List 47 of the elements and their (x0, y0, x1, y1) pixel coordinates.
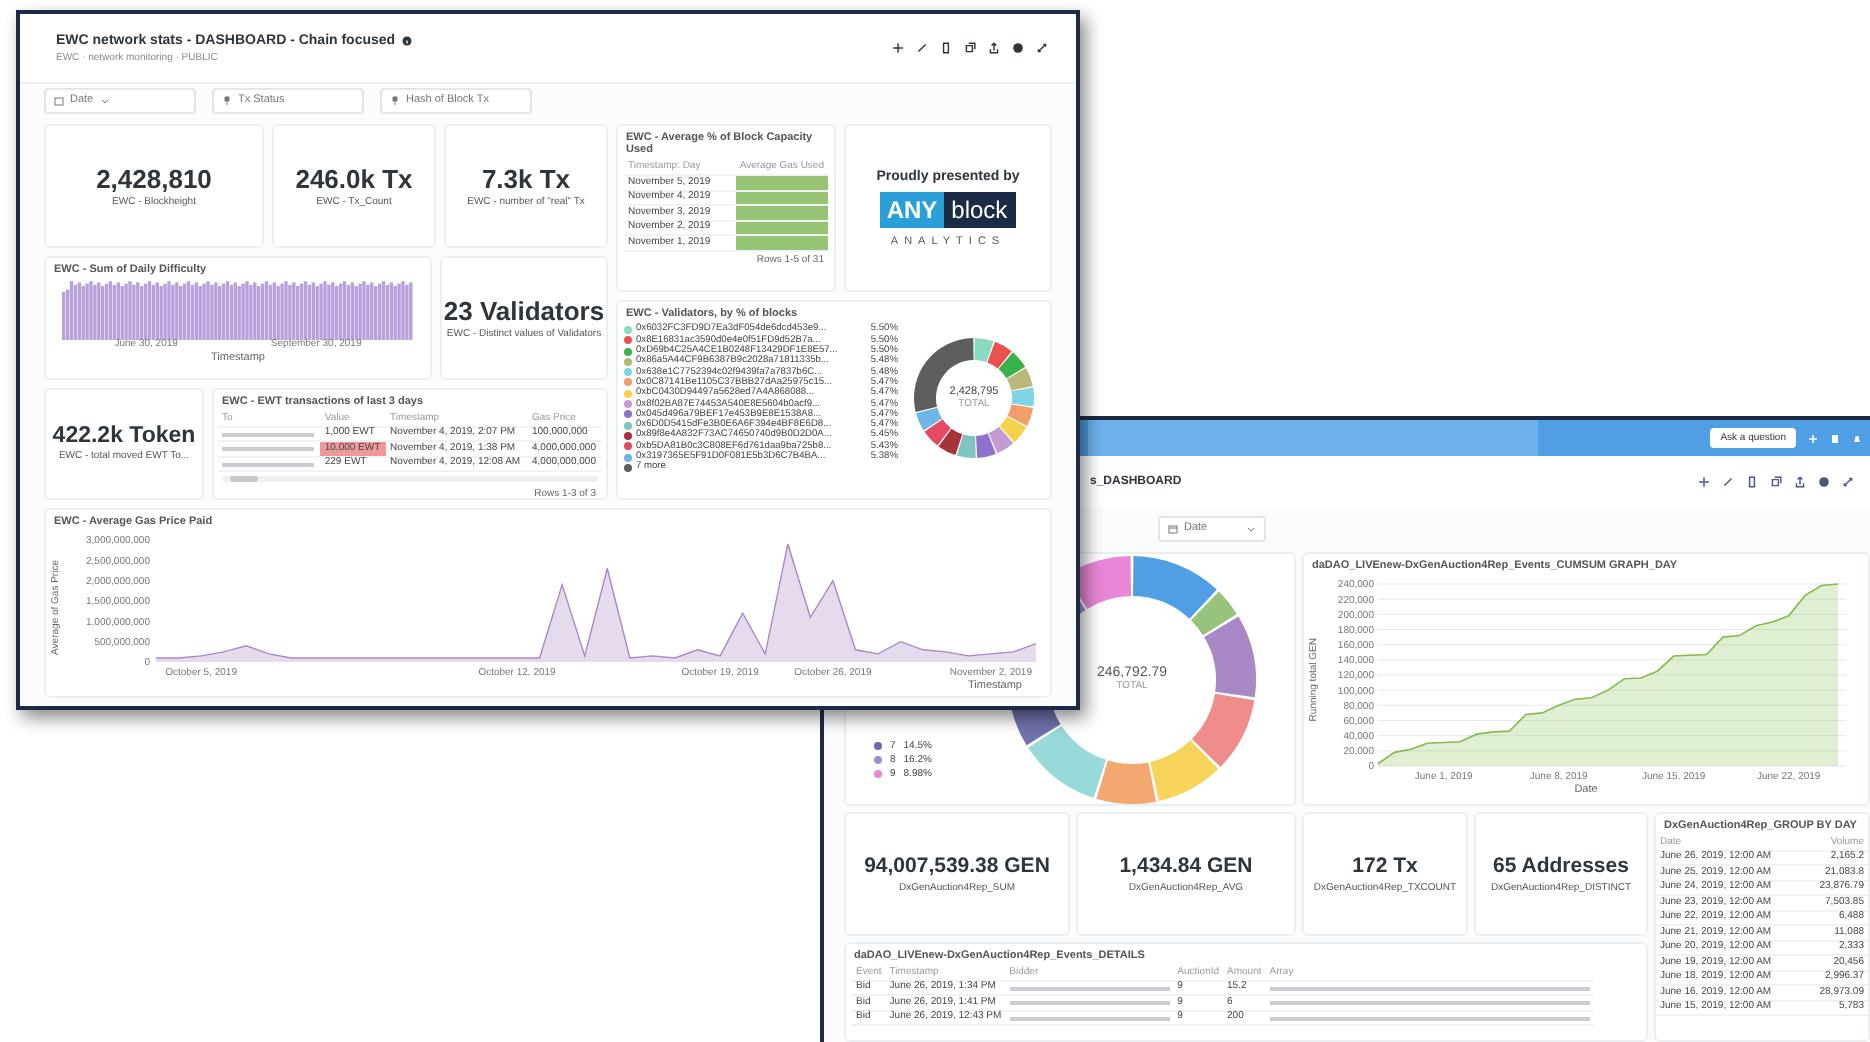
stat-value: 65 Addresses (1493, 854, 1629, 878)
pencil-icon[interactable] (1722, 476, 1734, 488)
pin-icon (390, 95, 400, 105)
info-icon[interactable] (1012, 42, 1024, 54)
plus-icon[interactable] (1698, 476, 1710, 488)
document-icon[interactable] (940, 42, 952, 54)
hidden-text-bar (222, 446, 314, 453)
stat-value: 172 Tx (1352, 854, 1418, 878)
hidden-text-bar (222, 461, 314, 468)
donut-slice (924, 420, 951, 447)
expand-icon[interactable] (1842, 476, 1854, 488)
logo-text: block (943, 191, 1016, 227)
donut-slice (988, 427, 1014, 455)
donut-slice (1011, 388, 1034, 408)
copy-icon[interactable] (1770, 476, 1782, 488)
donut-slice (956, 435, 976, 459)
stat-value: 23 Validators (443, 295, 605, 326)
stat-value: 7.3k Tx (481, 163, 571, 194)
info-icon[interactable] (1818, 476, 1830, 488)
info-icon[interactable] (401, 35, 412, 45)
document-icon[interactable] (1746, 476, 1758, 488)
donut-slice (1006, 368, 1033, 392)
donut-slice (998, 353, 1026, 380)
calendar-icon (54, 95, 64, 105)
donut-slice (976, 434, 996, 459)
logo-text: ANY (880, 191, 944, 227)
donut-slice (1191, 692, 1255, 766)
donut-slice (987, 342, 1012, 370)
share-icon[interactable] (988, 42, 1000, 54)
bell-icon[interactable] (1852, 433, 1862, 443)
donut-slice (999, 417, 1027, 444)
stat-value: 422.2k Token (52, 424, 196, 449)
donut-slice (1007, 405, 1034, 427)
calendar-icon (1168, 523, 1178, 533)
stat-value: 94,007,539.38 GEN (864, 854, 1050, 878)
pencil-icon[interactable] (916, 42, 928, 54)
donut-slice (938, 429, 963, 456)
stat-value: 1,434.84 GEN (1119, 854, 1253, 878)
copy-icon[interactable] (964, 42, 976, 54)
hidden-text-bar (222, 431, 314, 438)
stat-value: 246.0k Tx (295, 163, 413, 194)
stat-value: 2,428,810 (96, 163, 212, 194)
share-icon[interactable] (1794, 476, 1806, 488)
donut-slice (1150, 739, 1219, 800)
plus-icon[interactable] (892, 42, 904, 54)
pin-icon (222, 95, 232, 105)
expand-icon[interactable] (1036, 42, 1048, 54)
